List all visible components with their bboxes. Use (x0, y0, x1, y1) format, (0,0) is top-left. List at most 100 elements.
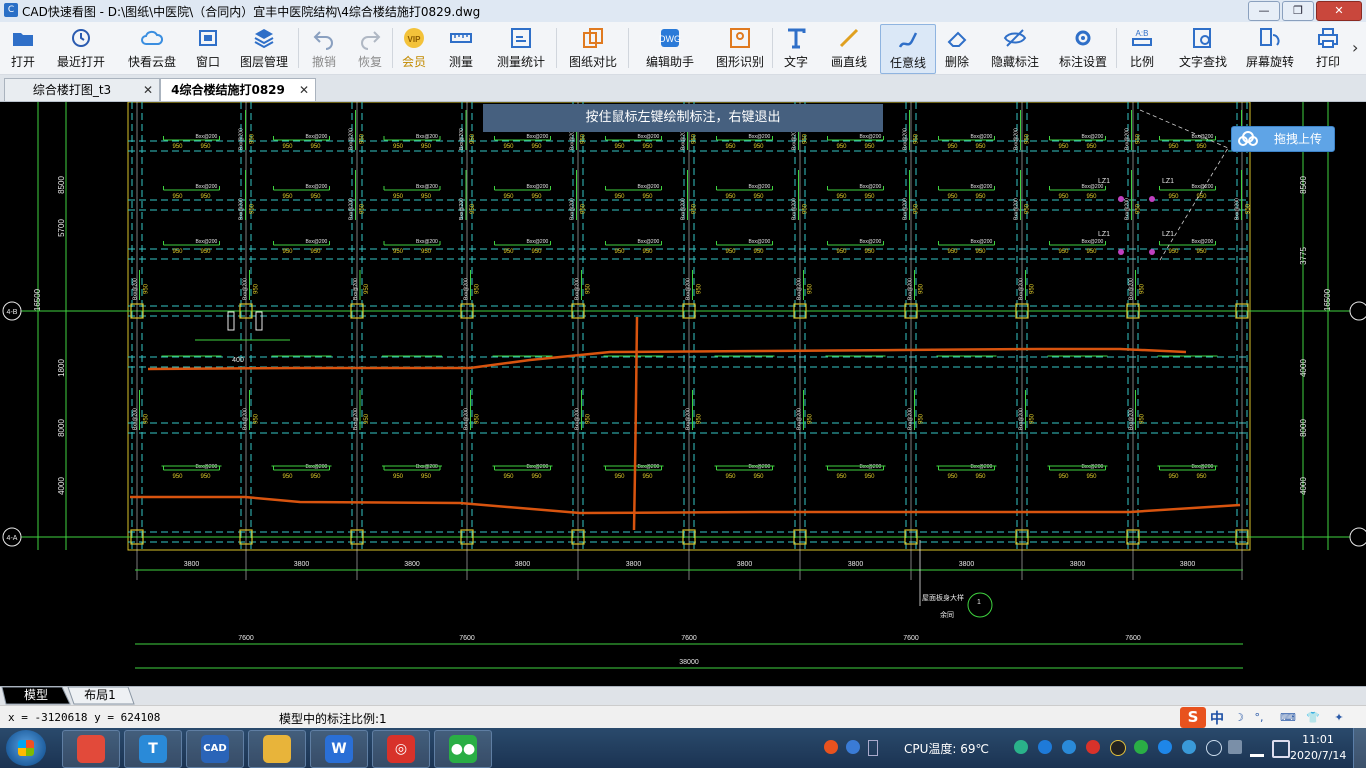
network-icon[interactable] (1250, 740, 1264, 757)
show-desktop-button[interactable] (1353, 728, 1366, 768)
rebar-length: 950 (1140, 283, 1146, 294)
rebar-length: 950 (919, 413, 925, 424)
layout-tab-model[interactable]: 模型 (8, 687, 64, 704)
toolbar-more-icon[interactable]: › (1352, 38, 1358, 57)
drawing-canvas[interactable]: 4-B 4-A 8500 5700 16500 1800 8000 4000 8500 3775 1… (0, 102, 1366, 686)
ruler-icon (450, 33, 472, 43)
toolbar-button-cloud[interactable]: 快看云盘 (122, 24, 182, 72)
toolbar-button-print[interactable]: 打印 (1306, 24, 1350, 72)
measure-stats-icon (511, 28, 531, 48)
power-icon[interactable] (1228, 740, 1242, 754)
punctuation-icon[interactable]: °, (1252, 711, 1266, 725)
taskbar-typora-app[interactable]: T (124, 730, 182, 768)
redo-icon (361, 31, 381, 50)
rebar-length: 950 (642, 144, 653, 150)
toolbar-button-hide-annotation[interactable]: 隐藏标注 (982, 24, 1048, 72)
toolbar-button-layers[interactable]: 图层管理 (232, 24, 296, 72)
toolbar-button-vip[interactable]: VIP 会员 (394, 24, 434, 72)
ime-toolbar: S 中 ☽ °, ⌨ 👕 ✦ (1180, 706, 1366, 729)
toolbar-button-scale[interactable]: A:B 比例 (1120, 24, 1164, 72)
tab-drawing-0829[interactable]: 4综合楼结施打0829 ✕ (160, 78, 316, 101)
rebar-length: 950 (725, 474, 736, 480)
toolbar-button-line[interactable]: 画直线 (824, 24, 874, 72)
wechat-tray-icon[interactable] (1134, 740, 1148, 754)
volume-icon[interactable] (1272, 740, 1290, 758)
toolbar-button-ruler[interactable]: 测量 (440, 24, 482, 72)
rebar-note: Bxx@200 (133, 278, 139, 300)
rebar-length: 950 (475, 413, 481, 424)
toolbar-button-shape-recognition[interactable]: 图形识别 (710, 24, 770, 72)
toolbar-button-window[interactable]: 窗口 (188, 24, 228, 72)
sogou-tray-icon[interactable] (824, 740, 838, 754)
layout-tab-layout1[interactable]: 布局1 (72, 687, 128, 704)
grid-bubble (1349, 527, 1366, 547)
tray-arrow-icon[interactable] (868, 740, 878, 756)
tab-close-icon[interactable]: ✕ (299, 79, 309, 101)
start-button[interactable] (6, 730, 46, 766)
toolbar-button-compare[interactable]: 图纸对比 (560, 24, 626, 72)
toolbar-button-freehand[interactable]: 任意线 (880, 24, 936, 74)
rebar-length: 950 (1136, 203, 1142, 214)
rebar-note: Bxx@200 (681, 198, 687, 220)
rebar-length: 950 (282, 144, 293, 150)
tray-app-icon[interactable] (1014, 740, 1028, 754)
rebar-length: 950 (421, 249, 432, 255)
moon-icon[interactable]: ☽ (1232, 711, 1246, 725)
toolbar-button-text[interactable]: 文字 (774, 24, 818, 72)
rebar-length: 950 (864, 144, 875, 150)
taskbar-wps-app[interactable]: W (310, 730, 368, 768)
tray-app-icon[interactable] (1158, 740, 1172, 754)
rebar-note: Bxx@200 (527, 464, 549, 470)
tab-close-icon[interactable]: ✕ (143, 79, 153, 101)
tab-drawing-t3[interactable]: 综合楼打图_t3 ✕ (4, 78, 160, 101)
rebar-length: 950 (1246, 203, 1252, 214)
toolbar-button-recent[interactable]: 最近打开 (46, 24, 116, 72)
qq-tray-icon[interactable] (1110, 740, 1126, 756)
freehand-markup-line (147, 347, 1187, 371)
rebar-note: Bxx@200 (749, 184, 771, 190)
rebar-length: 950 (1025, 133, 1031, 144)
rebar-note: Bxx@200 (416, 184, 438, 190)
wps-icon: W (325, 735, 353, 763)
maximize-button[interactable]: ❐ (1282, 1, 1314, 21)
help-tray-icon[interactable] (846, 740, 860, 754)
rebar-note: Bxx@200 (797, 408, 803, 430)
keyboard-icon[interactable]: ⌨ (1280, 711, 1296, 725)
tray-app-icon[interactable] (1086, 740, 1100, 754)
tray-app-icon[interactable] (1182, 740, 1196, 754)
browser-icon (77, 735, 105, 763)
clock[interactable]: 11:01 2020/7/14 (1290, 732, 1346, 764)
toolbar-button-measure-stats[interactable]: 测量统计 (488, 24, 554, 72)
tray-app-icon[interactable] (1062, 740, 1076, 754)
taskbar-netease-music-app[interactable]: ◎ (372, 730, 430, 768)
toolbar-button-undo[interactable]: 撤销 (304, 24, 344, 72)
bluetooth-icon[interactable] (1206, 740, 1222, 756)
toolbar-button-annotation-settings[interactable]: 标注设置 (1052, 24, 1114, 72)
skin-icon[interactable]: 👕 (1306, 711, 1320, 725)
tray-app-icon[interactable] (1038, 740, 1052, 754)
toolbox-icon[interactable]: ✦ (1332, 711, 1346, 725)
toolbar-button-eraser[interactable]: 删除 (936, 24, 978, 72)
ime-mode-indicator[interactable]: 中 (1210, 708, 1224, 728)
taskbar-wechat-app[interactable]: ●● (434, 730, 492, 768)
rebar-length: 950 (947, 249, 958, 255)
minimize-button[interactable]: — (1248, 1, 1280, 21)
close-button[interactable]: ✕ (1316, 1, 1362, 21)
dimension-label: 8500 (57, 176, 66, 194)
toolbar-button-redo[interactable]: 恢复 (350, 24, 390, 72)
taskbar-browser-app[interactable] (62, 730, 120, 768)
toolbar-button-edit-assistant[interactable]: DWG 编辑助手 (636, 24, 704, 72)
rebar-note: Bxx@200 (349, 128, 355, 150)
toolbar-button-rotate-screen[interactable]: 屏幕旋转 (1240, 24, 1300, 72)
sogou-ime-icon[interactable]: S (1180, 707, 1206, 728)
svg-text:VIP: VIP (408, 35, 422, 44)
rebar-note: Bxx@200 (459, 198, 465, 220)
rebar-length: 950 (1030, 413, 1036, 424)
taskbar-explorer-app[interactable] (248, 730, 306, 768)
toolbar-button-text-search[interactable]: 文字查找 (1172, 24, 1234, 72)
toolbar-button-folder-open[interactable]: 打开 (2, 24, 44, 72)
window-controls: — ❐ ✕ (1246, 1, 1362, 21)
drag-upload-button[interactable]: 拖拽上传 (1231, 126, 1335, 152)
taskbar-cad-app[interactable]: CAD (186, 730, 244, 768)
rebar-length: 950 (586, 283, 592, 294)
